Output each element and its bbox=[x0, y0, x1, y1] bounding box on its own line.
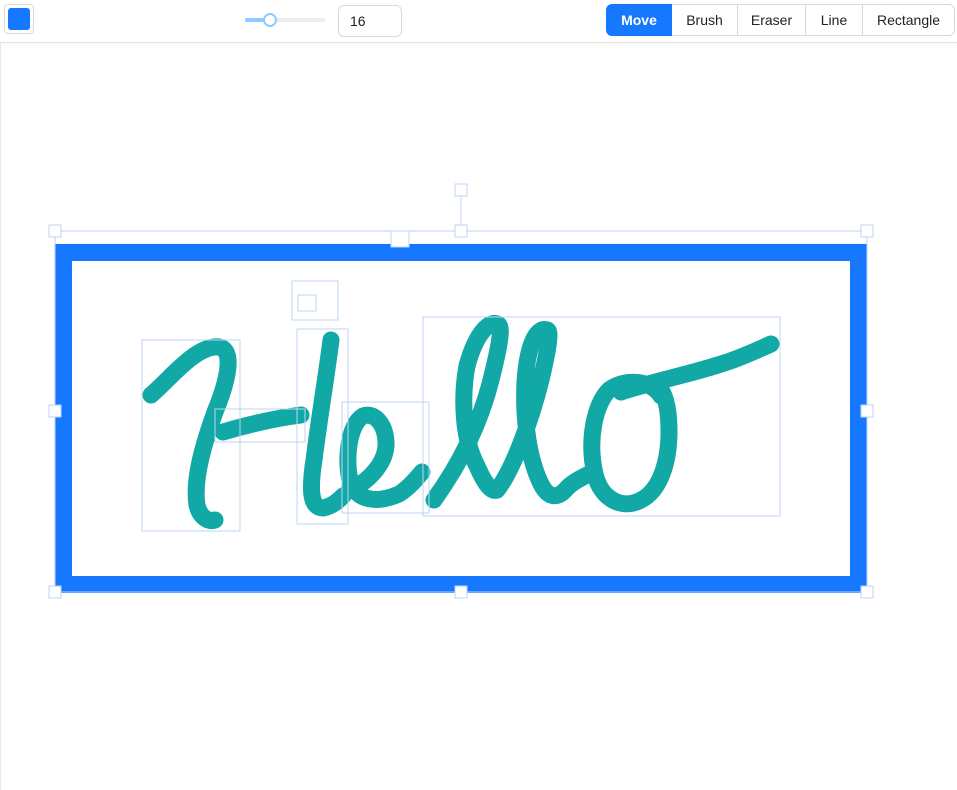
move-mode-button[interactable]: Move bbox=[606, 4, 672, 36]
slider-handle[interactable] bbox=[263, 13, 277, 27]
eraser-mode-button[interactable]: Eraser bbox=[738, 4, 806, 36]
stroke-e bbox=[339, 406, 431, 508]
resize-handle-bottom[interactable] bbox=[454, 585, 468, 599]
resize-handle-left[interactable] bbox=[48, 404, 62, 418]
line-mode-button[interactable]: Line bbox=[806, 4, 863, 36]
stroke-h-bar bbox=[214, 406, 310, 441]
handwriting-hello[interactable] bbox=[142, 315, 780, 529]
resize-handle-right[interactable] bbox=[860, 404, 874, 418]
object-handle-stroke[interactable] bbox=[297, 294, 317, 312]
object-handle-rectangle[interactable] bbox=[390, 230, 410, 248]
stroke-tail bbox=[612, 335, 780, 401]
resize-handle-top-right[interactable] bbox=[860, 224, 874, 238]
brush-size-input[interactable] bbox=[338, 5, 402, 37]
stroke-o bbox=[583, 373, 678, 513]
canvas-svg bbox=[48, 183, 874, 599]
rotate-handle[interactable] bbox=[454, 183, 468, 197]
resize-handle-top-left[interactable] bbox=[48, 224, 62, 238]
brush-mode-button[interactable]: Brush bbox=[672, 4, 738, 36]
resize-handle-bottom-right[interactable] bbox=[860, 585, 874, 599]
toolbar: Move Brush Eraser Line Rectangle bbox=[0, 0, 957, 43]
mode-selector: Move Brush Eraser Line Rectangle bbox=[606, 4, 955, 36]
stroke-l2 bbox=[488, 321, 598, 505]
color-picker[interactable] bbox=[4, 4, 34, 34]
brush-size-slider[interactable] bbox=[245, 12, 325, 28]
drawing-canvas[interactable] bbox=[0, 43, 957, 790]
rectangle-mode-button[interactable]: Rectangle bbox=[863, 4, 955, 36]
color-preview bbox=[8, 8, 30, 30]
resize-handle-top[interactable] bbox=[454, 224, 468, 238]
stroke-h-right bbox=[302, 331, 352, 517]
resize-handle-bottom-left[interactable] bbox=[48, 585, 62, 599]
stroke-l1 bbox=[425, 315, 509, 509]
